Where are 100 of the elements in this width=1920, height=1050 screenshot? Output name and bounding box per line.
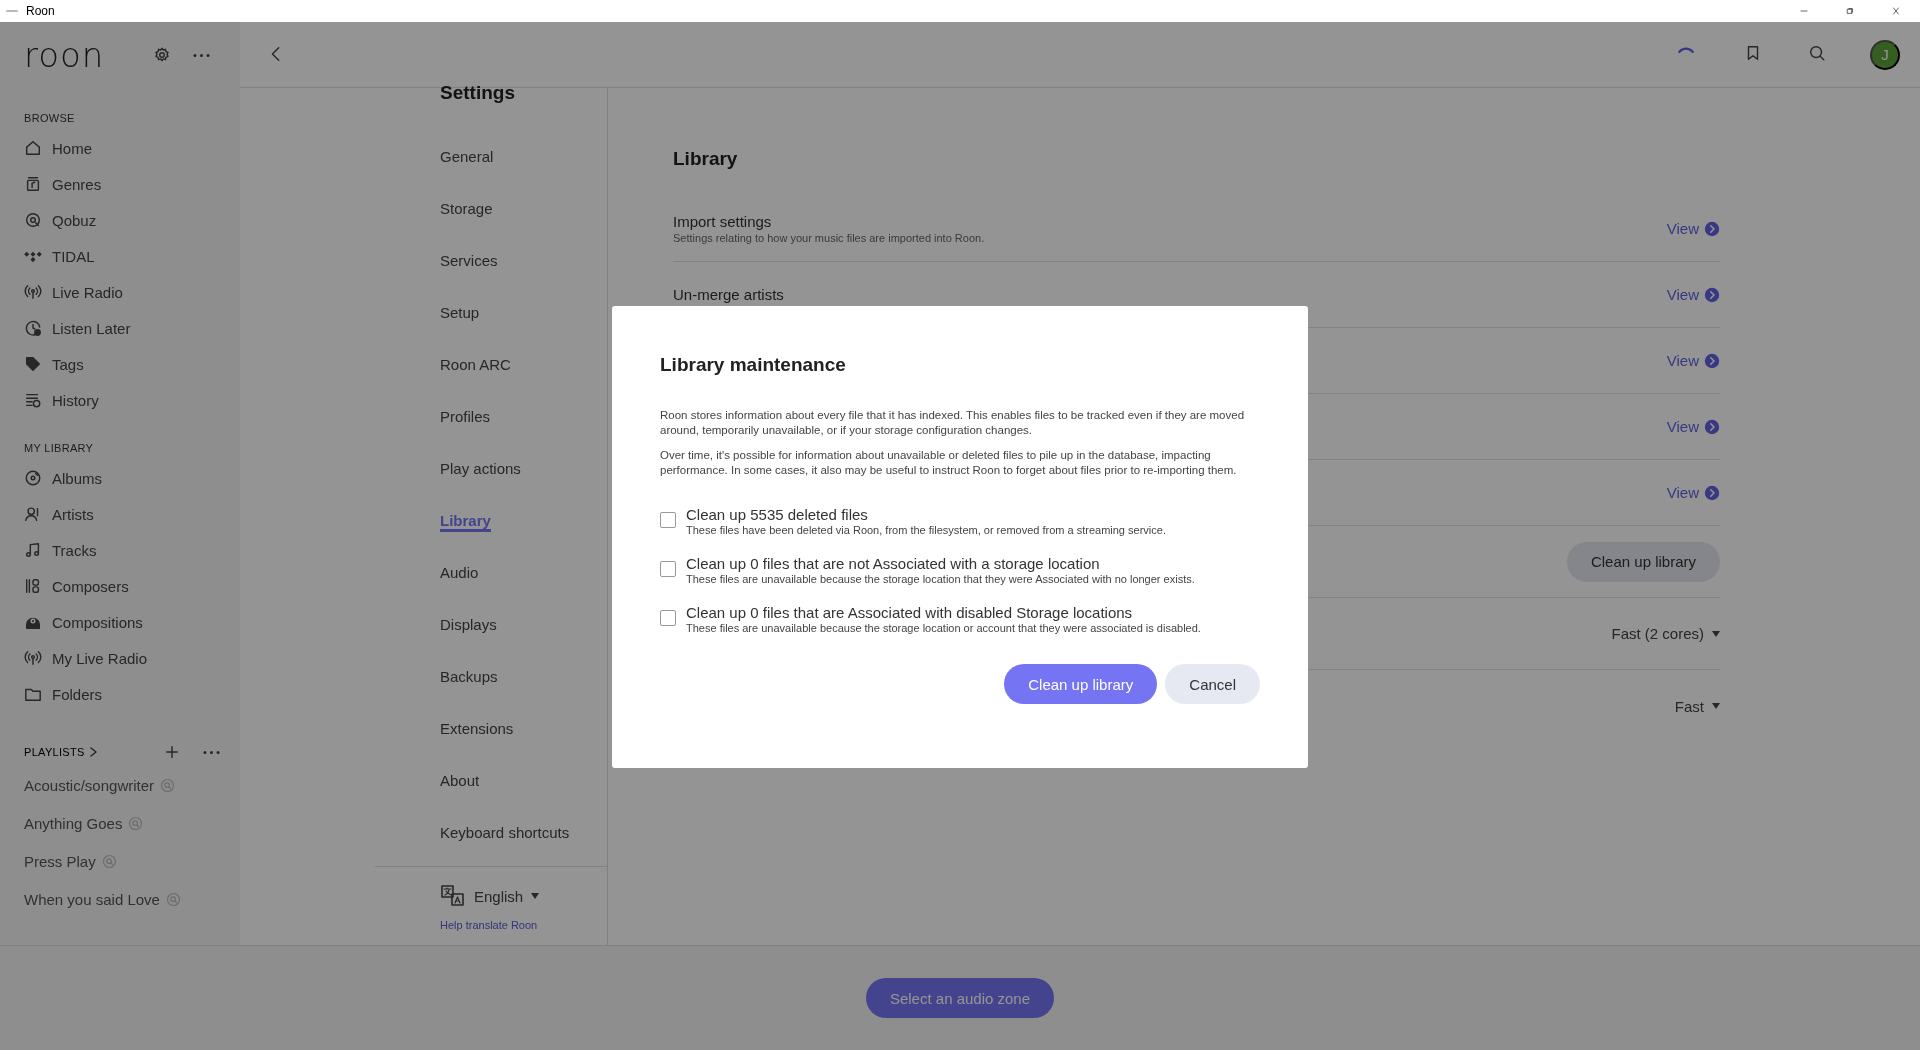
- search-badge-icon: [128, 815, 144, 831]
- search-badge-icon: [160, 777, 176, 793]
- dialog-text: Over time, it's possible for information about unavailable or deleted files to pile up in the database, impacting performance. In some cases, it also may be useful to instruct Roon to forget about files prior to re-importing them.: [660, 448, 1238, 478]
- settings-nav-item[interactable]: Displays: [440, 598, 497, 650]
- dropdown[interactable]: Fast (2 cores): [1611, 625, 1720, 642]
- music-box-icon: [24, 175, 42, 193]
- dialog-title: Library maintenance: [660, 354, 847, 376]
- sidebar-item[interactable]: Albums: [24, 460, 240, 496]
- option-description: These files have been deleted via Roon, from the filesystem, or removed from a streaming service.: [686, 524, 1166, 536]
- zone-button[interactable]: Select an audio zone: [865, 978, 1055, 1018]
- more-icon: [202, 750, 220, 754]
- option-label: Clean up 5535 deleted files: [686, 506, 869, 523]
- page-title: Library: [673, 148, 739, 170]
- clean-up-button[interactable]: Clean up library: [1566, 541, 1720, 582]
- settings-nav-item[interactable]: Library: [440, 494, 491, 546]
- minimize-icon: [1798, 7, 1810, 15]
- plus-icon: [163, 743, 181, 761]
- caret-icon: [1712, 703, 1720, 709]
- setting-label: Import settings: [673, 213, 773, 230]
- restore-icon: [1844, 7, 1856, 15]
- sidebar-item[interactable]: History: [24, 382, 240, 418]
- option-label: Clean up 0 files that are not Associated with a storage location: [686, 555, 1101, 572]
- close-icon: [1890, 7, 1902, 15]
- checkbox[interactable]: [660, 512, 676, 528]
- more-icon: [192, 53, 210, 57]
- caret-icon: [531, 893, 540, 899]
- sidebar-item[interactable]: Composers: [24, 568, 240, 604]
- sidebar-item[interactable]: Tags: [24, 346, 240, 382]
- setting-description: Settings relating to how your music files are imported into Roon.: [673, 232, 986, 244]
- search-icon: [1808, 44, 1826, 62]
- sidebar-item[interactable]: Artists: [24, 496, 240, 532]
- settings-nav-item[interactable]: Audio: [440, 546, 479, 598]
- view-link[interactable]: View: [1666, 418, 1720, 435]
- settings-nav-item[interactable]: Play actions: [440, 442, 521, 494]
- sidebar-item[interactable]: Home: [24, 130, 240, 166]
- section-heading: BROWSE: [24, 112, 76, 124]
- logo: roon: [24, 35, 106, 75]
- columns-icon: [24, 577, 42, 595]
- chevron-circle-icon: [1704, 352, 1720, 369]
- settings-nav-item[interactable]: Storage: [440, 182, 493, 234]
- playlist-item[interactable]: Anything Goes: [24, 804, 240, 842]
- view-link[interactable]: View: [1666, 286, 1720, 303]
- settings-nav-item[interactable]: Roon ARC: [440, 338, 511, 390]
- chevron-circle-icon: [1704, 220, 1720, 237]
- profile-avatar[interactable]: J: [1870, 39, 1900, 70]
- settings-nav-item[interactable]: General: [440, 130, 494, 182]
- playlist-name: Anything Goes: [24, 814, 123, 832]
- playlist-item[interactable]: Press Play: [24, 842, 240, 880]
- radio-icon: [24, 649, 42, 667]
- chevron-icon: [87, 747, 98, 757]
- settings-nav-item[interactable]: Profiles: [440, 390, 491, 442]
- radio-icon: [24, 283, 42, 301]
- settings-nav-item[interactable]: About: [440, 754, 480, 806]
- playlists-link[interactable]: PLAYLISTS: [24, 742, 98, 762]
- translate-icon: [440, 885, 466, 907]
- note-icon: [24, 541, 42, 559]
- option-label: Clean up 0 files that are Associated with disabled Storage locations: [686, 604, 1134, 621]
- checkbox[interactable]: [660, 561, 676, 577]
- search-badge-icon: [165, 891, 181, 907]
- settings-nav-item[interactable]: Setup: [440, 286, 480, 338]
- playlist-name: Acoustic/songwriter: [24, 776, 155, 794]
- view-link[interactable]: View: [1666, 220, 1720, 237]
- sidebar-item[interactable]: TIDAL: [24, 238, 240, 274]
- sidebar-item[interactable]: Tracks: [24, 532, 240, 568]
- sidebar-item[interactable]: Compositions: [24, 604, 240, 640]
- confirm-button[interactable]: Clean up library: [1004, 664, 1158, 704]
- chevron-circle-icon: [1704, 418, 1720, 435]
- setting-label: Un-merge artists: [673, 286, 785, 303]
- history-icon: [24, 391, 42, 409]
- playlist-name: Press Play: [24, 852, 96, 870]
- window-title: Roon: [26, 4, 56, 18]
- chevron-circle-icon: [1704, 484, 1720, 501]
- playlist-item[interactable]: When you said Love: [24, 880, 240, 918]
- cancel-button[interactable]: Cancel: [1165, 664, 1260, 704]
- settings-nav-item[interactable]: Services: [440, 234, 498, 286]
- sidebar-item[interactable]: Live Radio: [24, 274, 240, 310]
- settings-nav-item[interactable]: Keyboard shortcuts: [440, 806, 570, 858]
- sidebar-item[interactable]: Listen Later: [24, 310, 240, 346]
- sidebar-item[interactable]: Folders: [24, 676, 240, 712]
- playlist-name: When you said Love: [24, 890, 160, 908]
- view-link[interactable]: View: [1666, 352, 1720, 369]
- settings-nav-item[interactable]: Backups: [440, 650, 498, 702]
- record-icon: [24, 469, 42, 487]
- disc-icon: [24, 211, 42, 229]
- sidebar-item[interactable]: Qobuz: [24, 202, 240, 238]
- view-link[interactable]: View: [1666, 484, 1720, 501]
- playlist-item[interactable]: Acoustic/songwriter: [24, 766, 240, 804]
- caret-icon: [1712, 630, 1720, 637]
- search-badge-icon: [101, 853, 117, 869]
- checkbox[interactable]: [660, 610, 676, 626]
- dialog-text: Roon stores information about every file that it has indexed. This enables files to be tracked even if they are moved around, temporarily unavailable, or if your storage configuration changes.: [660, 408, 1246, 438]
- tag-icon: [24, 355, 42, 373]
- sidebar-item[interactable]: My Live Radio: [24, 640, 240, 676]
- language-select[interactable]: English: [440, 885, 540, 907]
- settings-title: Settings: [440, 82, 516, 105]
- sidebar-item[interactable]: Genres: [24, 166, 240, 202]
- dropdown[interactable]: Fast: [1674, 697, 1720, 715]
- help-link[interactable]: Help translate Roon: [440, 919, 607, 931]
- settings-nav-item[interactable]: Extensions: [440, 702, 514, 754]
- home-icon: [24, 139, 42, 157]
